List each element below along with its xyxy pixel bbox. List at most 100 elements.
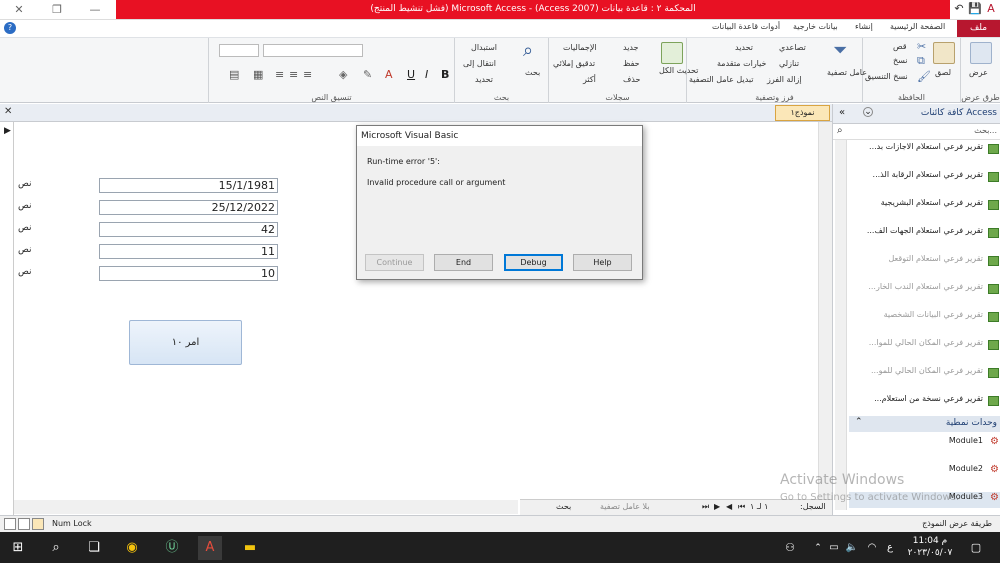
system-clock[interactable]: 11:04 م ٢٠٢٣/٠٥/٠٧ [900,535,960,559]
field-textbox[interactable]: 15/1/1981 [99,178,278,193]
nav-report-item[interactable]: تقرير فرعي المكان الحالي للمو... [849,366,1000,382]
next-record-icon[interactable]: ▶ [714,502,720,511]
people-icon[interactable]: ⚇ [778,536,802,560]
nav-report-item[interactable]: تقرير فرعي استعلام البشريجية [849,198,1000,214]
record-search-input[interactable]: بحث [556,502,571,511]
paste-button[interactable]: لصق [935,68,951,77]
font-color-icon[interactable]: A [385,68,393,81]
help-icon[interactable]: ? [4,22,16,34]
view-icon[interactable] [970,42,992,64]
view-button[interactable]: عرض [969,68,988,77]
filter-icon[interactable]: ⏷ [833,40,847,61]
italic-icon[interactable]: I [425,68,428,81]
more-button[interactable]: أكثر [583,75,596,84]
totals-button[interactable]: الإجماليات [563,43,597,52]
toggle-filter-button[interactable]: تبديل عامل التصفية [689,75,754,84]
record-position-field[interactable]: ١ لـ ١ [750,502,768,511]
field-textbox[interactable]: 10 [99,266,278,281]
nav-report-item[interactable]: تقرير فرعي استعلام الرقابة الذ... [849,170,1000,186]
selection-button[interactable]: تحديد [735,43,753,52]
tab-home[interactable]: الصفحة الرئيسية [890,22,945,36]
underline-icon[interactable]: U [407,68,415,81]
undo-icon[interactable]: ↶ [952,2,966,17]
binoculars-icon[interactable]: ⌕ [523,40,533,61]
navpane-header[interactable]: « ⌄ كافة كائنات Access [833,104,1000,124]
spelling-button[interactable]: تدقيق إملائي [553,59,595,68]
form-view-icon[interactable] [32,518,44,530]
tab-create[interactable]: إنشاء [855,22,873,36]
format-painter-button[interactable]: نسخ التنسيق [865,72,908,81]
align-center-icon[interactable]: ≡ [289,68,298,81]
replace-button[interactable]: استبدال [471,43,497,52]
goto-button[interactable]: انتقال إلى [463,59,496,68]
align-icon[interactable]: ≡ [275,68,284,81]
access-taskbar-icon[interactable]: A [198,536,222,560]
filter-status[interactable]: بلا عامل تصفية [600,502,650,511]
bold-icon[interactable]: B [441,68,449,81]
font-name-dropdown[interactable] [263,44,363,57]
find-button[interactable]: بحث [525,68,540,77]
navpane-scrollbar[interactable] [835,140,847,510]
modules-section-header[interactable]: ⌃ وحدات نمطية [849,416,1000,432]
align-right-icon[interactable]: ≡ [303,68,312,81]
delete-record-button[interactable]: حذف [623,75,640,84]
cut-button[interactable]: قص [893,42,907,51]
filter-button[interactable]: عامل تصفية [827,68,867,78]
navpane-search-input[interactable]: بحث... [974,126,997,135]
design-view-icon[interactable] [4,518,16,530]
task-view-icon[interactable]: ❏ [82,536,106,560]
form-vertical-scrollbar[interactable] [818,122,832,502]
windows-start-icon[interactable]: ⊞ [6,536,30,560]
navpane-search[interactable]: ⌕ بحث... [833,124,1000,140]
alternate-fill-icon[interactable]: ▤ [229,68,239,81]
nav-report-item[interactable]: تقرير فرعي استعلام الندب الخار... [849,282,1000,298]
copy-button[interactable]: نسخ [893,56,908,65]
descending-button[interactable]: تنازلي [779,59,799,68]
close-document-icon[interactable]: ✕ [4,106,12,117]
save-record-button[interactable]: حفظ [623,59,640,68]
file-explorer-icon[interactable]: ▬ [238,536,262,560]
prev-record-icon[interactable]: ◀ [726,502,732,511]
field-textbox[interactable]: 42 [99,222,278,237]
tab-form1[interactable]: نموذج١ [775,105,830,121]
first-record-icon[interactable]: ⏮ [738,502,745,512]
nav-report-item[interactable]: تقرير فرعي المكان الحالي للموا... [849,338,1000,354]
field-textbox[interactable]: 25/12/2022 [99,200,278,215]
help-button[interactable]: Help [573,254,632,271]
upwork-icon[interactable]: Ⓤ [160,536,184,560]
nav-report-item[interactable]: تقرير فرعي البيانات الشخصية [849,310,1000,326]
end-button[interactable]: End [434,254,493,271]
nav-report-item[interactable]: تقرير فرعي استعلام التوقعل [849,254,1000,270]
tab-database-tools[interactable]: أدوات قاعدة البيانات [712,22,780,36]
continue-button[interactable]: Continue [365,254,424,271]
gridlines-icon[interactable]: ▦ [253,68,263,81]
nav-module-item[interactable]: ⚙ Module1 [849,436,1000,452]
notifications-icon[interactable]: ▢ [964,536,988,560]
minimize-button[interactable]: — [76,0,114,19]
refresh-all-button[interactable]: تحديث الكل [659,66,698,76]
field-textbox[interactable]: 11 [99,244,278,259]
fill-color-icon[interactable]: ◈ [339,68,347,81]
paste-icon[interactable] [933,42,955,64]
ascending-button[interactable]: تصاعدي [779,43,806,52]
last-record-icon[interactable]: ⏭ [702,502,709,512]
collapse-section-icon[interactable]: ⌃ [855,417,863,427]
nav-report-item[interactable]: تقرير فرعي استعلام الجهات الف... [849,226,1000,242]
remove-sort-button[interactable]: إزالة الفرز [767,75,802,84]
close-button[interactable]: ✕ [0,0,38,19]
record-selector[interactable]: ▶ [0,122,14,515]
command-button[interactable]: امر ١٠ [129,320,242,365]
highlight-icon[interactable]: ✎ [363,68,372,81]
debug-button[interactable]: Debug [504,254,563,271]
language-indicator[interactable]: ع [878,536,902,560]
nav-report-item[interactable]: تقرير فرعي استعلام الاجازات بد... [849,142,1000,158]
restore-button[interactable]: ❐ [38,0,76,19]
select-button[interactable]: تحديد [475,75,493,84]
tab-external-data[interactable]: بيانات خارجية [793,22,838,36]
search-icon[interactable]: ⌕ [44,536,68,560]
form-horizontal-scrollbar[interactable] [14,500,518,514]
layout-view-icon[interactable] [18,518,30,530]
tab-file[interactable]: ملف [957,20,1000,37]
advanced-button[interactable]: خيارات متقدمة [717,59,766,68]
new-record-button[interactable]: جديد [623,43,639,52]
